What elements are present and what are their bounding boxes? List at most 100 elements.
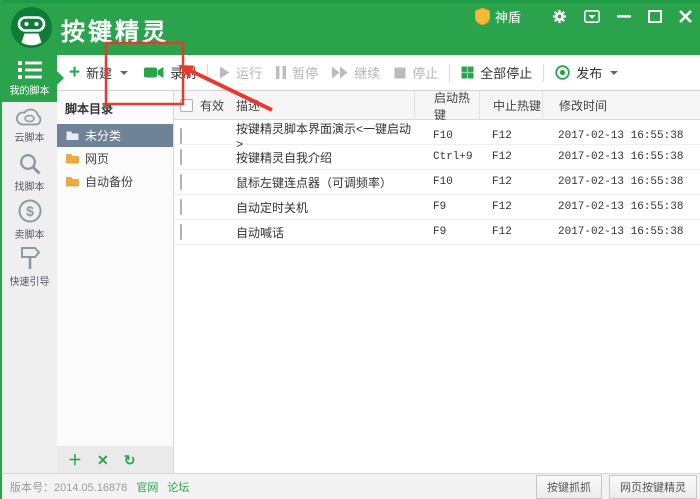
chevron-down-icon: [610, 71, 618, 75]
stop-button[interactable]: 停止: [392, 59, 440, 86]
stop-all-button[interactable]: 全部停止: [459, 59, 534, 86]
sidebar-item-label: 找脚本: [15, 178, 45, 193]
title-bar: 按键精灵 神盾: [2, 0, 700, 55]
shield-badge[interactable]: 神盾: [475, 7, 521, 26]
modified-time: 2017-02-13 16:55:38: [542, 176, 700, 188]
shield-label: 神盾: [495, 7, 521, 26]
directory-item-label: 网页: [85, 150, 109, 167]
column-header-start-hotkey[interactable]: 启动热键: [414, 91, 479, 120]
pause-button[interactable]: 暂停: [274, 59, 320, 86]
script-directory-panel: 脚本目录 未分类 网页 自动备份 ＋ ✕ ↻: [57, 91, 174, 473]
script-desc: 按键精灵自我介绍: [236, 149, 414, 166]
start-hotkey: F10: [414, 176, 479, 188]
abort-hotkey: F12: [479, 151, 542, 163]
record-label: 录制: [170, 63, 196, 82]
abort-hotkey: F12: [479, 226, 542, 238]
active-nav-arrow: [57, 71, 64, 85]
directory-item-uncategorized[interactable]: 未分类: [57, 124, 173, 147]
column-header-abort-hotkey[interactable]: 中止热键: [479, 91, 542, 120]
sidebar-item-quick-guide[interactable]: 快速引导: [2, 243, 57, 290]
app-window: 按键精灵 神盾: [0, 0, 700, 499]
abort-hotkey: F12: [479, 201, 542, 213]
table-row[interactable]: 按键精灵自我介绍 Ctrl+9 F12 2017-02-13 16:55:38: [174, 145, 700, 170]
sidebar-item-label: 云脚本: [15, 129, 45, 144]
new-script-button[interactable]: + 新建: [67, 59, 130, 86]
row-checkbox[interactable]: [180, 174, 182, 190]
directory-item-web[interactable]: 网页: [57, 147, 173, 170]
select-all-checkbox[interactable]: [180, 99, 193, 112]
add-folder-button[interactable]: ＋: [68, 453, 82, 467]
script-desc: 鼠标左键连点器（可调频率）: [236, 174, 414, 191]
delete-folder-button[interactable]: ✕: [97, 453, 109, 467]
start-hotkey: F9: [414, 201, 479, 213]
table-row[interactable]: 鼠标左键连点器（可调频率） F10 F12 2017-02-13 16:55:3…: [174, 170, 700, 195]
directory-item-label: 未分类: [85, 127, 121, 144]
record-button[interactable]: 录制: [142, 59, 198, 86]
toolbar-separator: [543, 64, 544, 82]
script-list-icon: [18, 61, 42, 79]
table-header-row: 有效 描述 启动热键 中止热键 修改时间: [174, 91, 700, 120]
start-hotkey: F9: [414, 226, 479, 238]
stop-all-label: 全部停止: [480, 63, 532, 82]
column-header-modified[interactable]: 修改时间: [542, 91, 700, 120]
table-row[interactable]: 自动喊话 F9 F12 2017-02-13 16:55:38: [174, 220, 700, 245]
sidebar-item-my-scripts[interactable]: 我的脚本: [2, 55, 57, 102]
close-icon[interactable]: [679, 10, 692, 23]
continue-button[interactable]: 继续: [330, 59, 382, 86]
new-script-label: 新建: [86, 63, 112, 82]
directory-header: 脚本目录: [57, 91, 173, 124]
row-checkbox[interactable]: [180, 199, 182, 215]
folder-icon: [66, 176, 79, 187]
collapse-to-tray-icon[interactable]: [584, 10, 600, 23]
modified-time: 2017-02-13 16:55:38: [542, 226, 700, 238]
row-checkbox[interactable]: [180, 224, 182, 240]
column-header-desc[interactable]: 描述: [236, 91, 414, 120]
toolbar-separator: [207, 64, 208, 82]
key-grabber-button[interactable]: 按键抓抓: [536, 475, 602, 499]
sidebar-item-sell-scripts[interactable]: $ 卖脚本: [2, 196, 57, 243]
official-site-link[interactable]: 官网: [136, 479, 158, 495]
maximize-icon[interactable]: [648, 10, 662, 23]
modified-time: 2017-02-13 16:55:38: [542, 151, 700, 163]
pause-icon: [276, 66, 286, 79]
table-row[interactable]: 自动定时关机 F9 F12 2017-02-13 16:55:38: [174, 195, 700, 220]
abort-hotkey: F12: [479, 176, 542, 188]
forum-link[interactable]: 论坛: [167, 479, 189, 495]
video-camera-icon: [144, 65, 164, 80]
sidebar-item-label: 我的脚本: [10, 82, 50, 97]
stop-all-icon: [461, 66, 474, 79]
script-table: 有效 描述 启动热键 中止热键 修改时间 按键精灵脚本界面演示<一键启动> F1…: [174, 91, 700, 473]
start-hotkey: Ctrl+9: [414, 151, 479, 163]
folder-icon: [66, 130, 79, 141]
sidebar-item-find-scripts[interactable]: 找脚本: [2, 149, 57, 196]
shield-icon: [475, 8, 490, 25]
cloud-icon: [16, 107, 43, 126]
row-checkbox[interactable]: [180, 128, 182, 144]
settings-gear-icon[interactable]: [552, 9, 567, 24]
svg-text:$: $: [26, 203, 34, 219]
modified-time: 2017-02-13 16:55:38: [542, 130, 700, 142]
script-desc: 自动喊话: [236, 224, 414, 241]
publish-button[interactable]: 发布: [553, 59, 620, 86]
sidebar-item-label: 快速引导: [10, 273, 50, 288]
publish-label: 发布: [576, 63, 602, 82]
refresh-button[interactable]: ↻: [124, 453, 136, 467]
modified-time: 2017-02-13 16:55:38: [542, 201, 700, 213]
run-button[interactable]: 运行: [217, 59, 264, 86]
directory-item-label: 自动备份: [85, 173, 133, 190]
app-logo-robot-icon: [10, 6, 53, 49]
web-quickmacro-button[interactable]: 网页按键精灵: [609, 475, 697, 499]
column-header-valid[interactable]: 有效: [200, 91, 236, 120]
row-checkbox[interactable]: [180, 149, 182, 165]
minimize-icon[interactable]: [617, 10, 631, 22]
script-desc: 自动定时关机: [236, 199, 414, 216]
sidebar-item-cloud-scripts[interactable]: 云脚本: [2, 102, 57, 149]
abort-hotkey: F12: [479, 130, 542, 142]
chevron-down-icon: [120, 71, 128, 75]
fast-forward-icon: [332, 66, 348, 79]
table-row[interactable]: 按键精灵脚本界面演示<一键启动> F10 F12 2017-02-13 16:5…: [174, 120, 700, 145]
publish-icon: [555, 65, 570, 80]
pause-label: 暂停: [292, 63, 318, 82]
continue-label: 继续: [354, 63, 380, 82]
directory-item-auto-backup[interactable]: 自动备份: [57, 170, 173, 193]
